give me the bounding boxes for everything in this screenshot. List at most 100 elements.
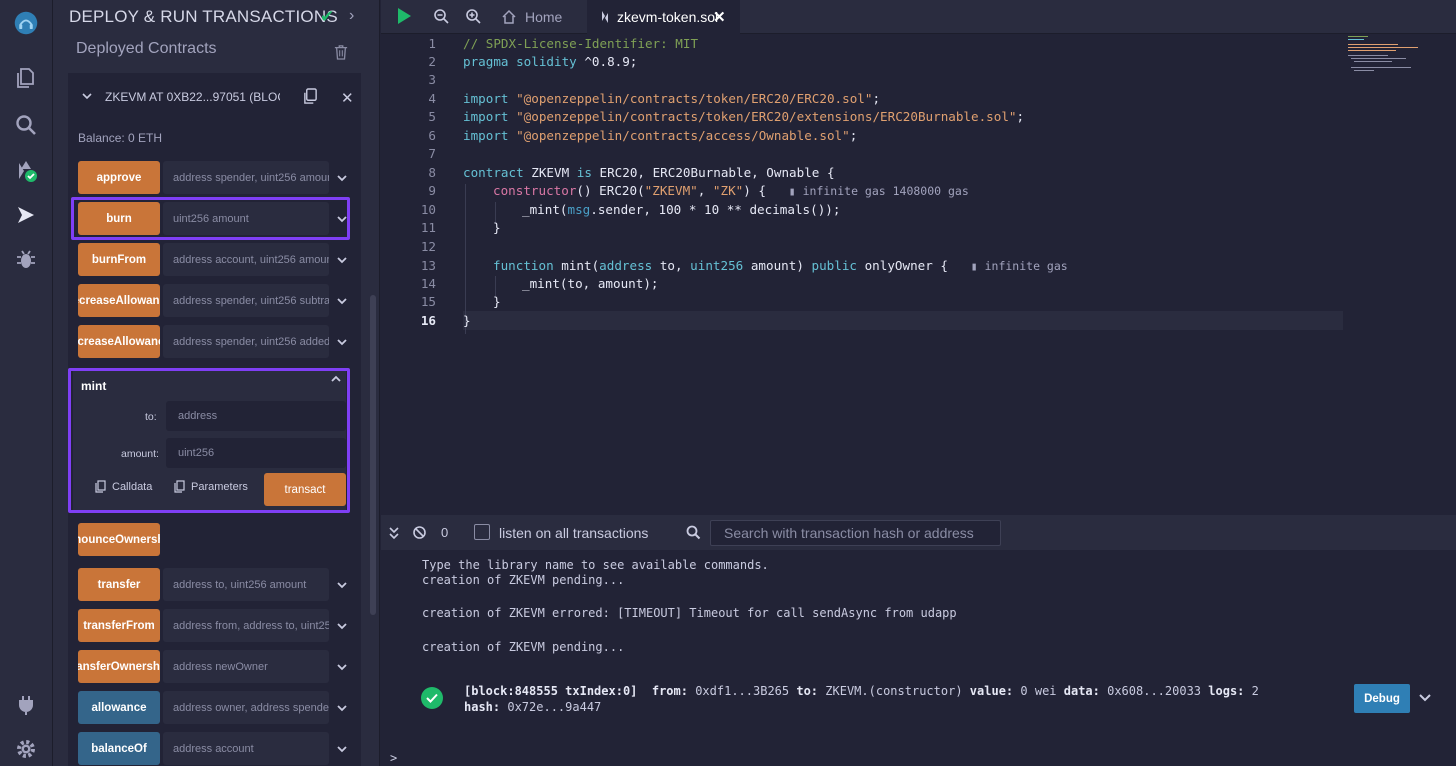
- balanceof-button[interactable]: balanceOf: [78, 732, 160, 765]
- burnfrom-button[interactable]: burnFrom: [78, 243, 160, 276]
- chevron-down-icon[interactable]: [336, 336, 348, 348]
- chevron-right-icon[interactable]: ›: [349, 7, 354, 25]
- deploy-run-icon[interactable]: [10, 199, 42, 231]
- chevron-down-icon[interactable]: [336, 254, 348, 266]
- listen-checkbox[interactable]: [474, 524, 490, 540]
- tx-hash-label: hash:: [464, 700, 501, 714]
- chevron-down-icon[interactable]: [336, 295, 348, 307]
- burnfrom-input[interactable]: address account, uint256 amount: [163, 243, 329, 276]
- keyword: function: [493, 258, 554, 273]
- balanceof-input[interactable]: address account: [163, 732, 329, 765]
- deploy-run-panel: DEPLOY & RUN TRANSACTIONS ✔ › Deployed C…: [53, 0, 380, 766]
- file-explorer-icon[interactable]: [10, 62, 42, 94]
- chevron-down-icon[interactable]: [336, 743, 348, 755]
- string: "ZK": [712, 183, 744, 198]
- remix-logo-icon[interactable]: [9, 6, 43, 40]
- chevron-down-icon[interactable]: [336, 172, 348, 184]
- contract-name: ZKEVM: [523, 165, 577, 180]
- chevron-down-icon[interactable]: [1418, 693, 1432, 703]
- code-line-2: pragma solidity ^0.8.9;: [463, 54, 637, 69]
- code-editor[interactable]: 1 2 3 4 5 6 7 8 9 10 11 12 13 14 15 16 // SPDX-License-…: [381, 34, 1456, 515]
- chevron-down-icon[interactable]: [336, 620, 348, 632]
- transfer-button[interactable]: transfer: [78, 568, 160, 601]
- collapse-terminal-icon[interactable]: [388, 526, 400, 540]
- line-number: 16: [420, 313, 436, 328]
- code: .sender, 100 * 10 ** decimals());: [590, 202, 841, 217]
- keyword: pragma solidity: [463, 54, 577, 69]
- keyword: msg: [567, 202, 591, 217]
- mint-to-input[interactable]: address: [166, 401, 346, 431]
- code: ) {: [743, 183, 766, 198]
- search-icon[interactable]: [10, 109, 42, 141]
- function-row-increaseallowance: increaseAllowance address spender, uint2…: [78, 325, 361, 358]
- run-script-icon[interactable]: [398, 8, 411, 24]
- parameters-copy-button[interactable]: Parameters: [174, 480, 248, 493]
- line-number: 2: [428, 54, 436, 69]
- chevron-down-icon[interactable]: [81, 90, 93, 102]
- approve-button[interactable]: approve: [78, 161, 160, 194]
- debug-button[interactable]: Debug: [1354, 684, 1410, 713]
- clear-console-icon[interactable]: [412, 525, 427, 540]
- chevron-down-icon[interactable]: [336, 661, 348, 673]
- debugger-icon[interactable]: [10, 243, 42, 275]
- tab-file-label: zkevm-token.sol: [617, 9, 719, 25]
- close-icon[interactable]: ✕: [341, 89, 354, 107]
- solidity-compiler-icon[interactable]: [10, 155, 42, 187]
- tx-logs-label: logs:: [1208, 684, 1245, 698]
- transferownership-button[interactable]: transferOwnership: [78, 650, 160, 683]
- instance-header[interactable]: ZKEVM AT 0XB22...97051 (BLOCKCHAIN) ✕: [68, 73, 361, 123]
- increaseallowance-button[interactable]: increaseAllowance: [78, 325, 160, 358]
- keyword: import: [463, 128, 509, 143]
- terminal-prompt[interactable]: >: [390, 751, 397, 765]
- transaction-search-input[interactable]: Search with transaction hash or address: [710, 520, 1001, 546]
- transferownership-input[interactable]: address newOwner: [163, 650, 329, 683]
- semicolon: ;: [872, 91, 881, 106]
- decreaseallowance-input[interactable]: address spender, uint256 subtractedValue: [163, 284, 329, 317]
- indent-guide: [465, 184, 466, 334]
- allowance-button[interactable]: allowance: [78, 691, 160, 724]
- deployed-contracts-label: Deployed Contracts: [76, 40, 217, 57]
- allowance-input[interactable]: address owner, address spender: [163, 691, 329, 724]
- function-row-transferownership: transferOwnership address newOwner: [78, 650, 361, 683]
- tx-to-label: to:: [796, 684, 819, 698]
- line-number: 5: [428, 109, 436, 124]
- calldata-copy-button[interactable]: Calldata: [95, 480, 152, 493]
- keyword: import: [463, 91, 509, 106]
- code: to,: [652, 258, 691, 273]
- trash-icon[interactable]: [334, 44, 350, 62]
- panel-scrollbar[interactable]: [370, 295, 376, 615]
- settings-gear-icon[interactable]: [10, 733, 42, 765]
- chevron-down-icon[interactable]: [336, 579, 348, 591]
- increaseallowance-input[interactable]: address spender, uint256 addedValue: [163, 325, 329, 358]
- transaction-summary[interactable]: [block:848555 txIndex:0] from: 0xdf1...3…: [464, 684, 1259, 698]
- transact-button[interactable]: transact: [264, 473, 346, 506]
- gas-estimate: ▮ infinite gas: [970, 259, 1068, 273]
- mint-amount-input[interactable]: uint256: [166, 438, 346, 468]
- listen-label: listen on all transactions: [499, 525, 649, 541]
- plugin-manager-icon[interactable]: [10, 689, 42, 721]
- close-icon[interactable]: ✕: [713, 8, 726, 26]
- transfer-input[interactable]: address to, uint256 amount: [163, 568, 329, 601]
- chevron-down-icon[interactable]: [336, 702, 348, 714]
- terminal-toolbar: 0 listen on all transactions Search with…: [381, 515, 1456, 550]
- chevron-up-icon[interactable]: [330, 373, 342, 385]
- code-line-4: import "@openzeppelin/contracts/token/ER…: [463, 91, 880, 106]
- code-line-1: // SPDX-License-Identifier: MIT: [463, 36, 698, 51]
- tab-zkevm-token[interactable]: zkevm-token.sol ✕: [587, 0, 740, 34]
- function-row-transfer: transfer address to, uint256 amount: [78, 568, 361, 601]
- approve-input[interactable]: address spender, uint256 amount: [163, 161, 329, 194]
- decreaseallowance-button[interactable]: decreaseAllowance: [78, 284, 160, 317]
- transferfrom-button[interactable]: transferFrom: [78, 609, 160, 642]
- success-check-icon: [421, 687, 443, 709]
- zoom-in-icon[interactable]: [465, 8, 481, 24]
- line-number: 15: [420, 294, 436, 309]
- tab-home[interactable]: Home: [501, 0, 562, 34]
- tx-value: 0 wei: [1020, 684, 1057, 698]
- copy-icon[interactable]: [303, 88, 319, 106]
- calldata-label: Calldata: [112, 480, 153, 493]
- zoom-out-icon[interactable]: [433, 8, 449, 24]
- renounceownership-button[interactable]: renounceOwnership: [78, 523, 160, 556]
- icon-rail: [0, 0, 53, 766]
- minimap[interactable]: [1343, 34, 1456, 515]
- transferfrom-input[interactable]: address from, address to, uint256 amount: [163, 609, 329, 642]
